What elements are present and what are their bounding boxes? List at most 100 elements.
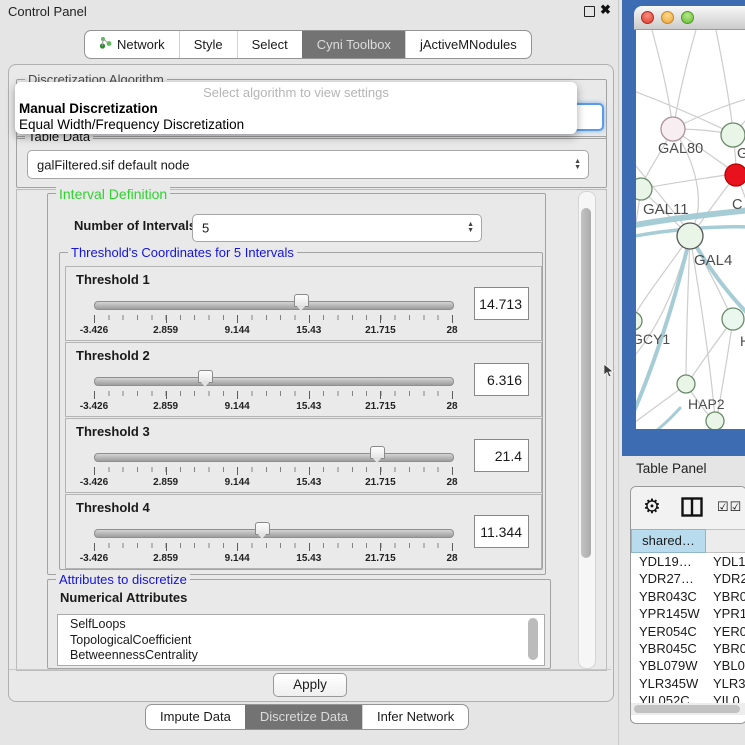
- table-panel-toolbar: ⚙ ☑☑: [631, 487, 745, 529]
- tick-label: 9.144: [225, 553, 250, 564]
- cyni-bottom-tabs: Impute Data Discretize Data Infer Networ…: [145, 704, 469, 730]
- table-row[interactable]: YIL052CYIL0: [631, 692, 745, 703]
- slider-minor-ticks: [94, 467, 453, 472]
- slider-track[interactable]: [94, 301, 454, 310]
- float-window-icon[interactable]: [584, 6, 595, 17]
- table-row[interactable]: YDL19…YDL1: [631, 553, 745, 570]
- split-pane-icon[interactable]: [681, 497, 703, 522]
- algorithm-option-equal-width[interactable]: Equal Width/Frequency Discretization: [15, 117, 577, 133]
- tab-style[interactable]: Style: [179, 31, 237, 58]
- algorithm-placeholder-option[interactable]: Select algorithm to view settings: [15, 84, 577, 101]
- threshold-4-value-field[interactable]: 11.344: [474, 515, 529, 548]
- slider-thumb[interactable]: [370, 446, 385, 459]
- mouse-cursor-icon: [604, 364, 615, 384]
- slider-track[interactable]: [94, 529, 454, 538]
- checkbox-columns-icon[interactable]: ☑☑: [717, 499, 742, 515]
- numerical-attributes-label: Numerical Attributes: [60, 590, 187, 605]
- list-scrollbar-thumb[interactable]: [528, 618, 538, 660]
- table-header-row: shared… n: [631, 529, 745, 553]
- tick-label: -3.426: [80, 477, 108, 488]
- tab-cyni-toolbox[interactable]: Cyni Toolbox: [302, 31, 405, 58]
- table-horizontal-scrollbar[interactable]: [631, 703, 745, 715]
- network-icon: [99, 32, 112, 57]
- number-of-intervals-combobox[interactable]: 5 ▲▼: [192, 214, 482, 242]
- column-header-name[interactable]: n: [706, 529, 745, 553]
- threshold-1-value-field[interactable]: 14.713: [474, 287, 529, 320]
- tick-label: 15.43: [296, 401, 321, 412]
- threshold-2-slider[interactable]: -3.426 2.859 9.144 15.43 21.715 28: [94, 370, 452, 414]
- network-node[interactable]: [721, 123, 745, 147]
- slider-thumb[interactable]: [294, 294, 309, 307]
- threshold-3-value-field[interactable]: 21.4: [474, 439, 529, 472]
- tick-label: 28: [446, 553, 457, 564]
- column-header-shared-name[interactable]: shared…: [631, 529, 706, 553]
- network-window-titlebar[interactable]: [634, 6, 745, 30]
- network-node[interactable]: [677, 223, 703, 249]
- tab-select[interactable]: Select: [237, 31, 302, 58]
- table-row[interactable]: YBL079WYBL0: [631, 657, 745, 674]
- tick-label: -3.426: [80, 325, 108, 336]
- network-node[interactable]: [706, 412, 724, 429]
- tab-jactivemnodules[interactable]: jActiveMNodules: [405, 31, 531, 58]
- slider-track[interactable]: [94, 377, 454, 386]
- tick-label: 2.859: [153, 477, 178, 488]
- list-item[interactable]: BetweennessCentrality: [58, 648, 544, 664]
- table-row[interactable]: YBR043CYBR0: [631, 588, 745, 605]
- tab-impute-data[interactable]: Impute Data: [146, 705, 245, 729]
- slider-track[interactable]: [94, 453, 454, 462]
- table-row[interactable]: YPR145WYPR1: [631, 605, 745, 622]
- settings-vertical-scrollbar[interactable]: [578, 191, 596, 669]
- scrollbar-thumb[interactable]: [581, 208, 591, 558]
- list-item[interactable]: SelfLoops: [58, 615, 544, 633]
- network-node[interactable]: [636, 178, 652, 200]
- tick-label: -3.426: [80, 553, 108, 564]
- network-node[interactable]: [661, 117, 685, 141]
- table-panel-title: Table Panel: [636, 461, 707, 476]
- table-row[interactable]: YLR345WYLR3: [631, 675, 745, 692]
- slider-thumb[interactable]: [198, 370, 213, 383]
- table-row[interactable]: YDR27…YDR2: [631, 570, 745, 587]
- threshold-4-slider[interactable]: -3.426 2.859 9.144 15.43 21.715 28: [94, 522, 452, 566]
- network-node[interactable]: [722, 308, 744, 330]
- tab-infer-network[interactable]: Infer Network: [362, 705, 468, 729]
- tick-label: 21.715: [365, 325, 396, 336]
- control-panel-window: Control Panel ✖ Network Style Select Cyn…: [0, 0, 619, 745]
- network-canvas[interactable]: GAL80GACGAL11GAL4GCY1HHAP2: [636, 30, 745, 429]
- table-data-combobox[interactable]: galFiltered.sif default node ▲▼: [27, 150, 589, 179]
- attributes-group: Attributes to discretize Numerical Attri…: [47, 579, 551, 669]
- network-node-label: HAP2: [688, 396, 725, 412]
- minimize-traffic-light-icon[interactable]: [661, 11, 674, 24]
- slider-thumb[interactable]: [255, 522, 270, 535]
- network-node-label: GAL11: [643, 201, 689, 218]
- network-node-label: GAL80: [658, 141, 703, 157]
- apply-button[interactable]: Apply: [273, 673, 347, 697]
- scrollbar-thumb[interactable]: [634, 705, 740, 713]
- tick-label: -3.426: [80, 401, 108, 412]
- tick-label: 9.144: [225, 477, 250, 488]
- tick-label: 9.144: [225, 325, 250, 336]
- tick-label: 2.859: [153, 553, 178, 564]
- tick-label: 15.43: [296, 477, 321, 488]
- table-row[interactable]: YER054CYER0: [631, 623, 745, 640]
- threshold-1-slider[interactable]: -3.426 2.859 9.144 15.43 21.715 28: [94, 294, 452, 338]
- network-node[interactable]: [725, 164, 745, 186]
- threshold-3-slider[interactable]: -3.426 2.859 9.144 15.43 21.715 28: [94, 446, 452, 490]
- thresholds-group: Threshold's Coordinates for 5 Intervals …: [59, 252, 543, 570]
- algorithm-option-manual[interactable]: Manual Discretization: [15, 101, 577, 117]
- network-node-label: H: [740, 333, 745, 349]
- network-node[interactable]: [636, 312, 642, 330]
- gear-icon[interactable]: ⚙: [643, 494, 661, 519]
- close-window-icon[interactable]: ✖: [600, 2, 611, 18]
- zoom-traffic-light-icon[interactable]: [681, 11, 694, 24]
- threshold-2-value-field[interactable]: 6.316: [474, 363, 529, 396]
- numerical-attributes-list[interactable]: SelfLoops TopologicalCoefficient Between…: [57, 614, 545, 666]
- tick-label: 28: [446, 325, 457, 336]
- tab-network[interactable]: Network: [85, 31, 179, 58]
- table-row[interactable]: YBR045CYBR0: [631, 640, 745, 657]
- window-title: Control Panel: [8, 4, 87, 19]
- tab-discretize-data[interactable]: Discretize Data: [245, 705, 362, 729]
- close-traffic-light-icon[interactable]: [641, 11, 654, 24]
- list-item[interactable]: TopologicalCoefficient: [58, 633, 544, 649]
- network-node[interactable]: [677, 375, 695, 393]
- network-node-label: GA: [737, 146, 745, 162]
